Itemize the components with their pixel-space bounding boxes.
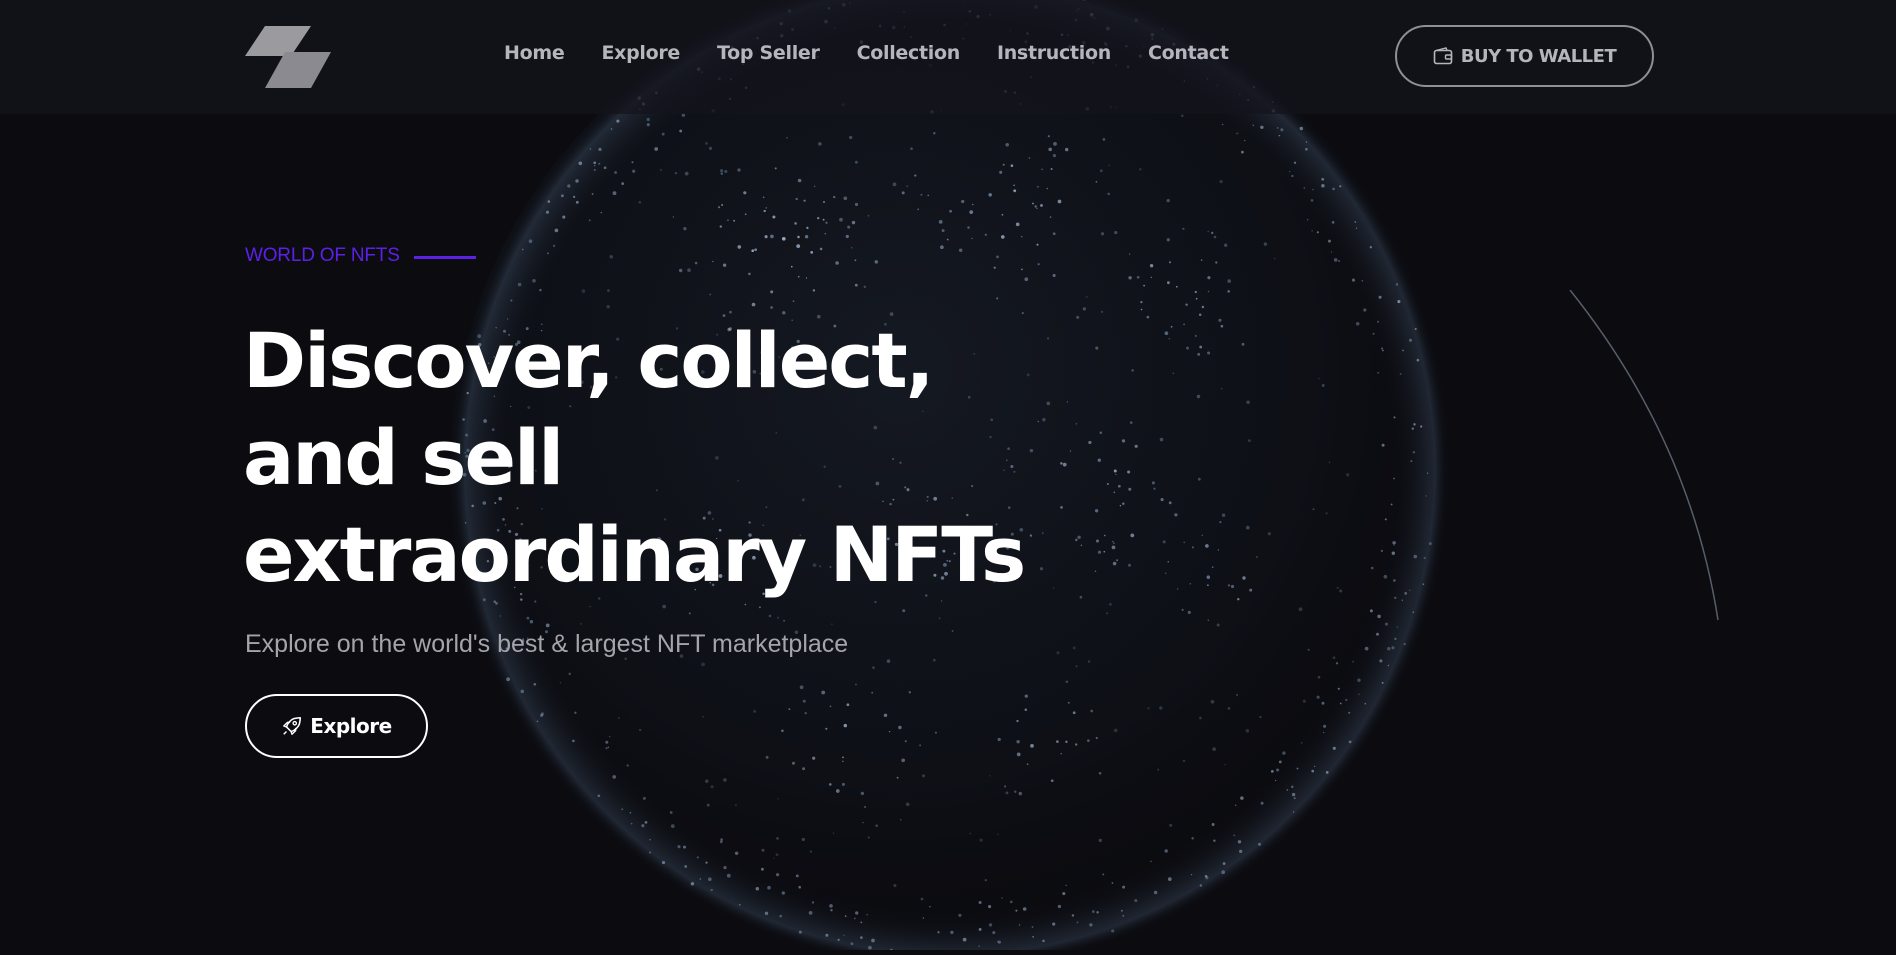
- orbit-arc-decoration: [1540, 289, 1740, 650]
- nav-home[interactable]: Home: [504, 42, 565, 64]
- wallet-icon: [1433, 47, 1453, 65]
- headline-line-1: Discover, collect,: [243, 316, 935, 405]
- explore-cta-button[interactable]: Explore: [245, 694, 428, 758]
- rocket-icon: [283, 716, 302, 735]
- logo-icon: [245, 26, 331, 88]
- headline-line-2: and sell: [243, 413, 564, 502]
- eyebrow-text: WORLD OF NFTS: [245, 245, 400, 266]
- main-nav: Home Explore Top Seller Collection Instr…: [504, 42, 1229, 64]
- hero-headline: Discover, collect, and sell extraordinar…: [243, 312, 1026, 603]
- eyebrow-line-divider: [413, 255, 476, 259]
- nav-top-seller[interactable]: Top Seller: [717, 42, 820, 64]
- hero-eyebrow: WORLD OF NFTS: [245, 245, 476, 267]
- explore-cta-label: Explore: [310, 714, 392, 738]
- hero-subtitle: Explore on the world's best & largest NF…: [245, 630, 849, 658]
- nav-instruction[interactable]: Instruction: [997, 42, 1111, 64]
- site-logo[interactable]: [245, 26, 331, 88]
- nav-contact[interactable]: Contact: [1148, 42, 1229, 64]
- nav-collection[interactable]: Collection: [857, 42, 961, 64]
- buy-to-wallet-button[interactable]: BUY TO WALLET: [1395, 25, 1654, 87]
- headline-line-3: extraordinary NFTs: [243, 510, 1026, 599]
- nav-explore[interactable]: Explore: [601, 42, 680, 64]
- buy-to-wallet-label: BUY TO WALLET: [1460, 45, 1617, 67]
- site-header: Home Explore Top Seller Collection Instr…: [0, 0, 1896, 114]
